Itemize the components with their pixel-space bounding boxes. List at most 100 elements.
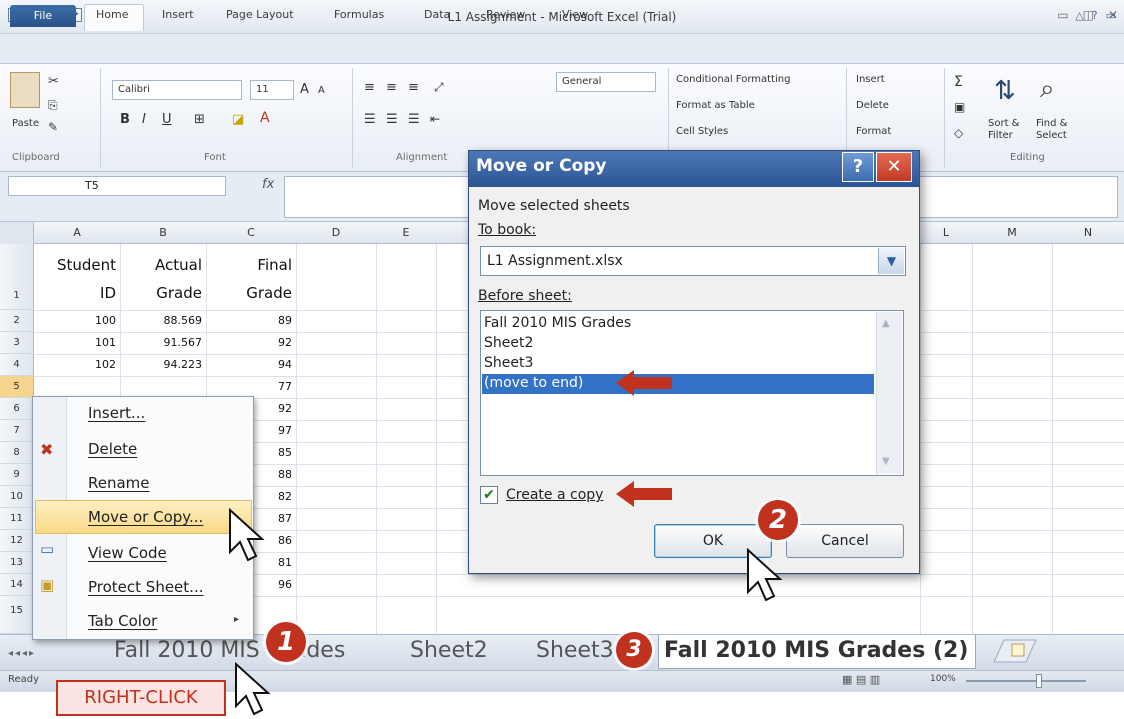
copy-icon[interactable]: ⎘	[48, 98, 58, 113]
row-header[interactable]: 11	[0, 508, 34, 530]
cell-styles-button[interactable]: Cell Styles	[676, 126, 728, 137]
select-all-corner[interactable]	[0, 222, 34, 244]
header-cell-a1[interactable]: Student	[34, 256, 116, 274]
find-select-label-1[interactable]: Find &	[1036, 118, 1067, 129]
sheet-tab-sheet2[interactable]: Sheet2	[410, 638, 488, 663]
align-center-icon[interactable]: ☰	[386, 112, 398, 127]
align-right-icon[interactable]: ☰	[408, 112, 420, 127]
column-header-c[interactable]: C	[206, 226, 296, 239]
sort-filter-label-2[interactable]: Filter	[988, 130, 1013, 141]
column-header-m[interactable]: M	[972, 226, 1052, 239]
menu-item-protect-sheet[interactable]: Protect Sheet...	[88, 578, 203, 596]
list-item[interactable]: Sheet3	[484, 355, 533, 371]
cell[interactable]: 94	[206, 358, 292, 371]
zoom-slider-thumb[interactable]	[1036, 674, 1042, 688]
header-cell-b2[interactable]: Grade	[120, 284, 202, 302]
number-format-select[interactable]: General	[556, 72, 656, 92]
cell[interactable]: 77	[206, 380, 292, 393]
paste-button-label[interactable]: Paste	[12, 118, 39, 129]
column-header-n[interactable]: N	[1052, 226, 1124, 239]
cell[interactable]: 100	[34, 314, 116, 327]
fill-color-icon[interactable]: ◪	[232, 112, 244, 127]
row-header[interactable]: 14	[0, 574, 34, 596]
list-item[interactable]: Fall 2010 MIS Grades	[484, 315, 631, 331]
find-select-label-2[interactable]: Select	[1036, 130, 1067, 141]
align-bottom-icon[interactable]: ≡	[408, 80, 419, 95]
sheet-tab-fall-2010[interactable]: Fall 2010 MIS Grades	[114, 638, 345, 663]
sheet-tab-fall-2010-copy[interactable]: Fall 2010 MIS Grades (2)	[664, 638, 968, 663]
paste-icon[interactable]	[10, 72, 40, 108]
column-header-b[interactable]: B	[120, 226, 206, 239]
insert-sheet-icon[interactable]	[990, 638, 1040, 664]
minimize-icon[interactable]: ▭	[1057, 8, 1068, 22]
sort-filter-icon[interactable]: ⇅	[994, 76, 1016, 106]
delete-cells-button[interactable]: Delete	[856, 100, 889, 111]
align-left-icon[interactable]: ☰	[364, 112, 376, 127]
tab-view[interactable]: View	[562, 8, 588, 21]
cell[interactable]: 101	[34, 336, 116, 349]
font-color-icon[interactable]: A	[260, 110, 270, 126]
row-header[interactable]: 9	[0, 464, 34, 486]
autosum-button[interactable]: Σ	[954, 74, 963, 90]
scroll-up-icon[interactable]: ▲	[882, 318, 890, 329]
insert-function-button[interactable]: fx	[262, 177, 274, 192]
cell[interactable]: 91.567	[120, 336, 203, 349]
zoom-level[interactable]: 100%	[930, 674, 956, 684]
format-painter-icon[interactable]: ✎	[48, 120, 58, 134]
column-header-l[interactable]: L	[920, 226, 972, 239]
column-header-e[interactable]: E	[376, 226, 436, 239]
header-cell-c2[interactable]: Grade	[206, 284, 292, 302]
column-header-a[interactable]: A	[34, 226, 120, 239]
dialog-close-button[interactable]: ✕	[876, 152, 912, 182]
view-buttons-icon[interactable]: ▦ ▤ ▥	[842, 673, 880, 686]
italic-button[interactable]: I	[142, 112, 146, 127]
borders-icon[interactable]: ⊞	[194, 112, 205, 127]
to-book-select[interactable]: L1 Assignment.xlsx	[480, 246, 906, 276]
sheet-tab-sheet3[interactable]: Sheet3	[536, 638, 614, 663]
tab-review[interactable]: Review	[486, 8, 525, 21]
tab-file[interactable]: File	[10, 5, 76, 27]
row-header[interactable]: 5	[0, 376, 34, 398]
row-header[interactable]: 12	[0, 530, 34, 552]
fill-icon[interactable]: ▣	[954, 100, 965, 114]
row-header[interactable]: 6	[0, 398, 34, 420]
zoom-slider[interactable]	[966, 680, 1086, 682]
sheet-nav-arrows-icon[interactable]: ◂◂◂▸	[8, 648, 36, 659]
create-copy-label[interactable]: Create a copy	[506, 487, 603, 503]
header-cell-b1[interactable]: Actual	[120, 256, 202, 274]
row-header[interactable]: 13	[0, 552, 34, 574]
cell[interactable]: 89	[206, 314, 292, 327]
list-item[interactable]: (move to end)	[484, 375, 583, 391]
cell[interactable]: 88.569	[120, 314, 203, 327]
format-as-table-button[interactable]: Format as Table	[676, 100, 755, 111]
bold-button[interactable]: B	[120, 112, 130, 127]
underline-button[interactable]: U	[162, 112, 172, 127]
restore-icon[interactable]: ▭	[1106, 9, 1116, 22]
shrink-font-button[interactable]: A	[318, 85, 325, 96]
tab-formulas[interactable]: Formulas	[334, 8, 384, 21]
row-header[interactable]: 15	[0, 596, 34, 634]
cut-icon[interactable]: ✂	[48, 74, 59, 89]
chevron-down-icon[interactable]: ▼	[878, 248, 904, 274]
tab-page-layout[interactable]: Page Layout	[226, 8, 294, 21]
header-cell-a2[interactable]: ID	[34, 284, 116, 302]
font-size-select[interactable]: 11	[250, 80, 294, 100]
list-item[interactable]: Sheet2	[484, 335, 533, 351]
row-header[interactable]: 1	[0, 244, 34, 310]
conditional-formatting-button[interactable]: Conditional Formatting	[676, 74, 790, 85]
create-copy-checkbox[interactable]: ✔	[480, 486, 498, 504]
grow-font-button[interactable]: A	[300, 82, 309, 97]
tab-insert[interactable]: Insert	[162, 8, 194, 21]
find-select-icon[interactable]: ⌕	[1040, 74, 1055, 105]
header-cell-c1[interactable]: Final	[206, 256, 292, 274]
row-header[interactable]: 7	[0, 420, 34, 442]
row-header[interactable]: 2	[0, 310, 34, 332]
menu-item-tab-color[interactable]: Tab Color	[88, 612, 157, 630]
cell[interactable]: 94.223	[120, 358, 203, 371]
menu-item-insert[interactable]: Insert...	[88, 404, 145, 422]
row-header[interactable]: 10	[0, 486, 34, 508]
collapse-ribbon-icon[interactable]: △	[1075, 9, 1083, 22]
font-name-select[interactable]: Calibri	[112, 80, 242, 100]
tab-data[interactable]: Data	[424, 8, 450, 21]
cell[interactable]: 102	[34, 358, 116, 371]
